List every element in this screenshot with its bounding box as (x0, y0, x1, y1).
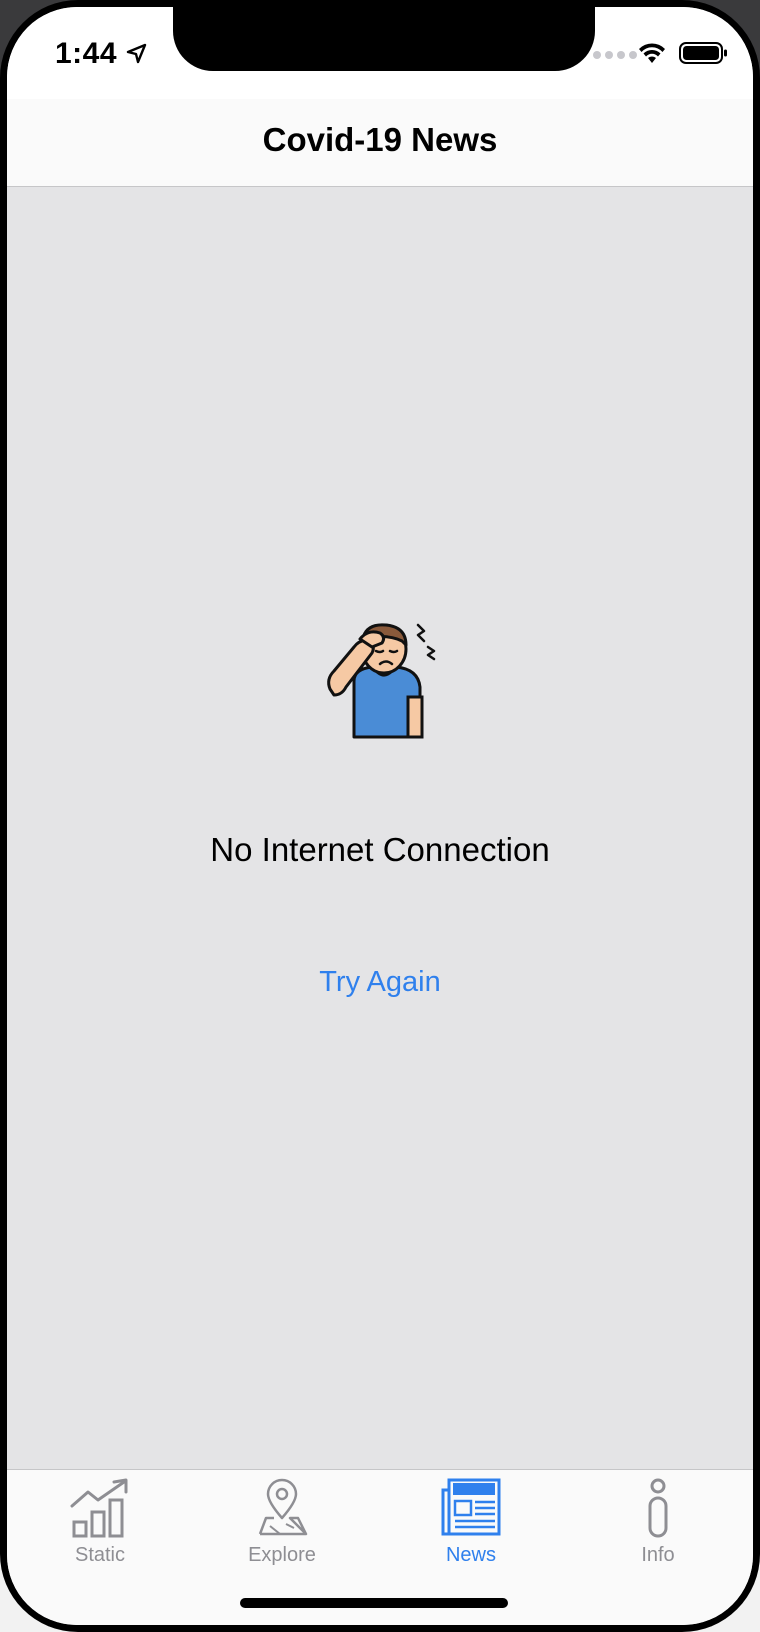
status-time: 1:44 (55, 37, 118, 70)
news-content: No Internet Connection Try Again (7, 187, 753, 1469)
info-icon (648, 1478, 668, 1538)
map-pin-icon (258, 1478, 308, 1536)
tab-news[interactable]: News (411, 1478, 531, 1568)
device-notch (173, 7, 595, 71)
tab-explore[interactable]: Explore (222, 1478, 342, 1568)
location-arrow-icon (126, 43, 147, 64)
app-screen: 1:44 Covid-19 News No Internet Connectio… (7, 7, 753, 1625)
try-again-button[interactable]: Try Again (300, 957, 460, 1007)
status-bar: 1:44 (7, 7, 753, 99)
chart-up-icon (70, 1478, 128, 1538)
navigation-bar: Covid-19 News (7, 99, 753, 187)
battery-icon (679, 42, 727, 64)
tab-label: Info (641, 1544, 675, 1566)
newspaper-icon (441, 1478, 501, 1536)
no-connection-message: No Internet Connection (210, 831, 550, 868)
tab-static[interactable]: Static (40, 1478, 160, 1568)
tab-info[interactable]: Info (598, 1478, 718, 1568)
wifi-icon (639, 43, 665, 63)
page: 1:44 Covid-19 News No Internet Connectio… (0, 0, 760, 1632)
tab-label: Explore (248, 1544, 316, 1566)
frustrated-person-icon (327, 623, 436, 739)
home-indicator (240, 1598, 508, 1608)
cellular-signal-icon (593, 51, 637, 59)
tab-label: News (445, 1544, 496, 1566)
device-frame: 1:44 Covid-19 News No Internet Connectio… (0, 0, 760, 1632)
page-title: Covid-19 News (262, 121, 498, 158)
tab-label: Static (74, 1544, 126, 1566)
